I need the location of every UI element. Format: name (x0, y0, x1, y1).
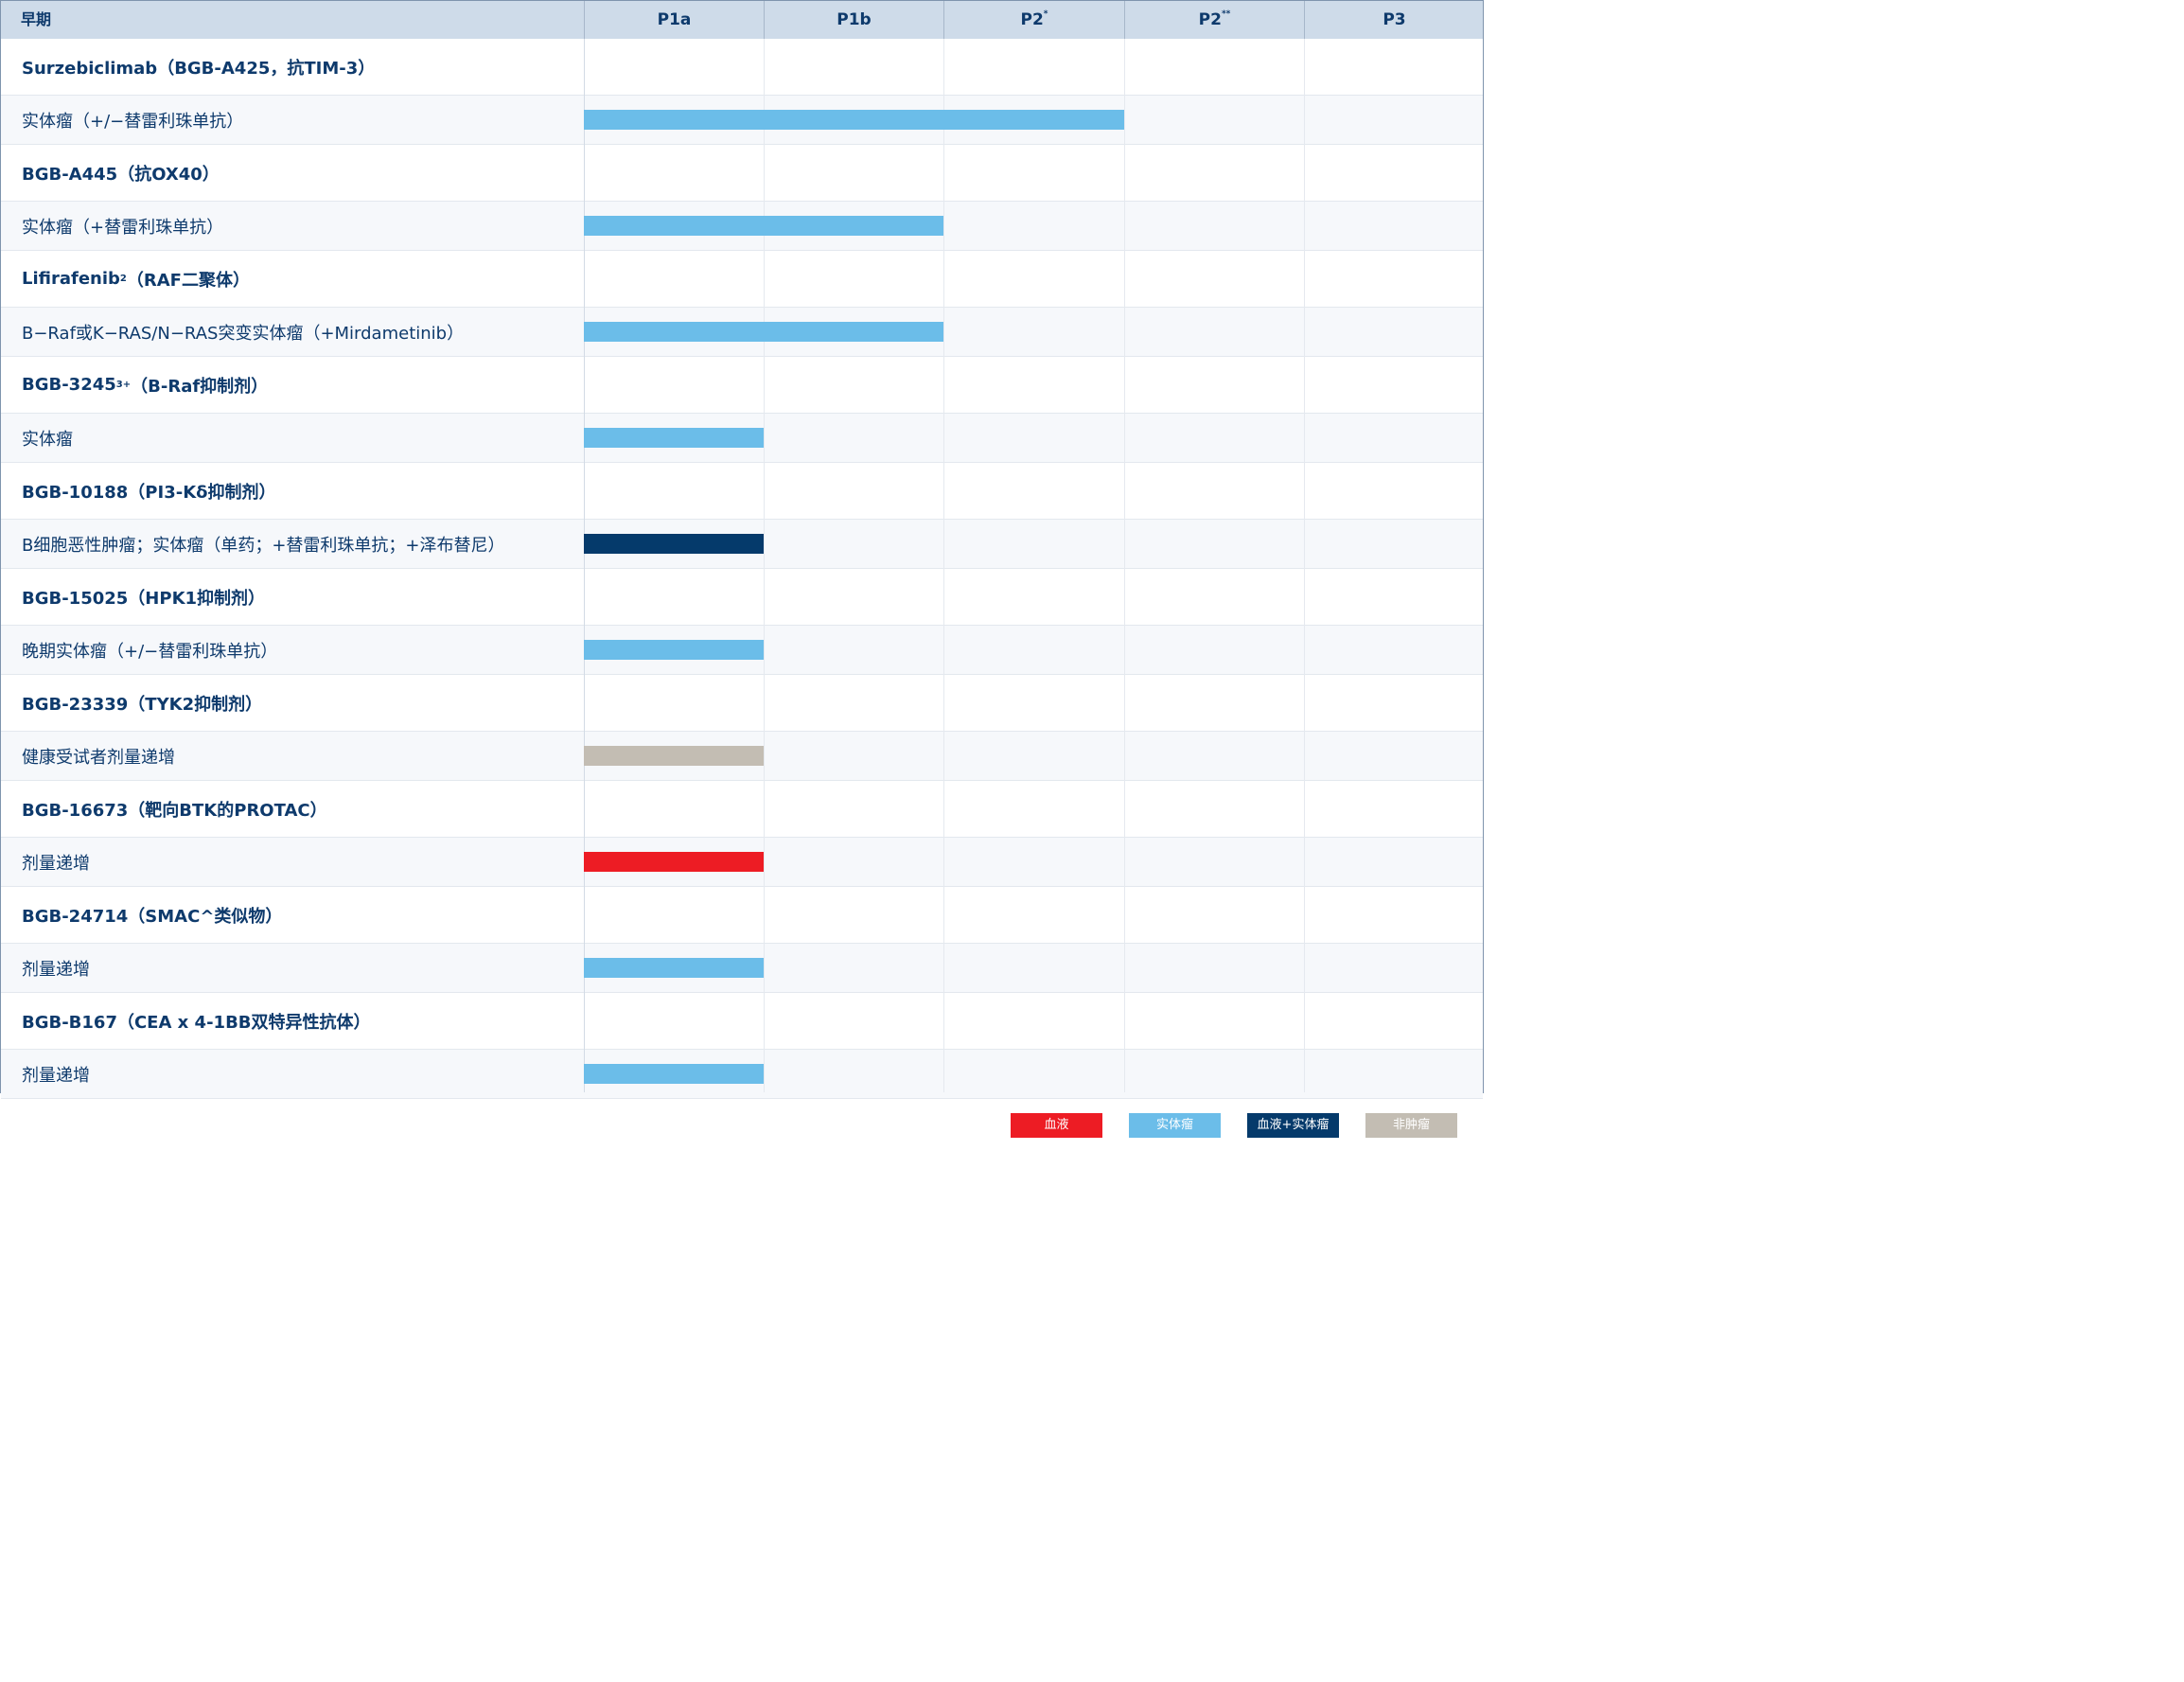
program-name-text: BGB-B167（CEA x 4-1BB双特异性抗体） (22, 1012, 371, 1033)
phase-label: P3 (1383, 10, 1406, 29)
phase-progress-bar (584, 1064, 764, 1084)
header-phase: P3 (1304, 1, 1484, 39)
phase-footnote-mark: ** (1221, 9, 1231, 19)
indication-label: 剂量递增 (22, 1065, 90, 1086)
phase-label: P2 (1020, 10, 1044, 29)
phase-label: P1b (837, 10, 872, 29)
indication-label: 实体瘤（+替雷利珠单抗） (22, 217, 224, 238)
program-name-text: BGB-23339（TYK2抑制剂） (22, 694, 263, 715)
indication-label: 实体瘤（+/−替雷利珠单抗） (22, 111, 244, 132)
pipeline-table: 早期 P1a P1b P2* P2** P3 Surzebiclimab（BGB-A42… (0, 0, 1484, 1099)
program-row: BGB-10188（PI3-Kδ抑制剂） (1, 463, 1483, 520)
indication-label: B细胞恶性肿瘤；实体瘤（单药；+替雷利珠单抗；+泽布替尼） (22, 535, 505, 556)
header-phase: P2* (943, 1, 1124, 39)
phase-progress-bar (584, 110, 1124, 130)
program-row: BGB-15025（HPK1抑制剂） (1, 569, 1483, 626)
program-footnote-mark: 2 (119, 273, 127, 284)
legend-item: 实体瘤 (1129, 1113, 1221, 1138)
indication-label: 健康受试者剂量递增 (22, 747, 175, 768)
program-name-text: BGB-3245 (22, 375, 116, 395)
program-name: BGB-B167（CEA x 4-1BB双特异性抗体） (22, 993, 371, 1049)
phase-progress-bar (584, 852, 764, 872)
table-header: 早期 P1a P1b P2* P2** P3 (1, 1, 1483, 40)
grid-line (1124, 39, 1125, 1092)
program-name-text: BGB-15025（HPK1抑制剂） (22, 588, 266, 609)
phase-progress-bar (584, 322, 943, 342)
grid-line (764, 39, 765, 1092)
phase-progress-bar (584, 640, 764, 660)
program-name: Lifirafenib 2 （RAF二聚体） (22, 251, 250, 307)
phase-label: P2 (1198, 10, 1222, 29)
phase-progress-bar (584, 534, 764, 554)
phase-progress-bar (584, 428, 764, 448)
program-row: BGB-24714（SMAC^类似物） (1, 887, 1483, 944)
program-row: Surzebiclimab（BGB-A425，抗TIM-3） (1, 39, 1483, 96)
header-phase: P2** (1124, 1, 1304, 39)
program-name: BGB-3245 3+ （B-Raf抑制剂） (22, 357, 268, 413)
indication-label: 晚期实体瘤（+/−替雷利珠单抗） (22, 641, 278, 662)
phase-progress-bar (584, 746, 764, 766)
phase-label: P1a (657, 10, 692, 29)
phase-progress-bar (584, 958, 764, 978)
indication-label: B−Raf或K−RAS/N−RAS突变实体瘤（+Mirdametinib） (22, 323, 465, 344)
program-row: BGB-3245 3+ （B-Raf抑制剂） (1, 357, 1483, 414)
program-name-text: Surzebiclimab（BGB-A425，抗TIM-3） (22, 58, 376, 79)
program-name-text: BGB-24714（SMAC^类似物） (22, 906, 283, 927)
program-name: BGB-15025（HPK1抑制剂） (22, 569, 265, 625)
grid-line (1304, 39, 1305, 1092)
program-name: BGB-10188（PI3-Kδ抑制剂） (22, 463, 276, 519)
program-name-text: BGB-A445（抗OX40） (22, 164, 220, 185)
program-row: BGB-23339（TYK2抑制剂） (1, 675, 1483, 732)
legend-item: 血液+实体瘤 (1247, 1113, 1339, 1138)
program-row: BGB-B167（CEA x 4-1BB双特异性抗体） (1, 993, 1483, 1050)
program-name: Surzebiclimab（BGB-A425，抗TIM-3） (22, 39, 375, 95)
program-name: BGB-24714（SMAC^类似物） (22, 887, 282, 943)
indication-label: 剂量递增 (22, 853, 90, 874)
grid-line (943, 39, 944, 1092)
legend-item: 非肿瘤 (1365, 1113, 1457, 1138)
program-name-suffix: （RAF二聚体） (126, 270, 250, 291)
program-footnote-mark: 3+ (115, 379, 132, 390)
grid-line (584, 39, 585, 1092)
program-row: BGB-16673（靶向BTK的PROTAC） (1, 781, 1483, 838)
phase-footnote-mark: * (1043, 9, 1048, 19)
indication-label: 剂量递增 (22, 959, 90, 980)
program-name: BGB-A445（抗OX40） (22, 145, 220, 201)
legend-item: 血液 (1011, 1113, 1102, 1138)
program-name: BGB-16673（靶向BTK的PROTAC） (22, 781, 327, 837)
program-name-suffix: （B-Raf抑制剂） (131, 376, 269, 397)
indication-label: 实体瘤 (22, 429, 73, 450)
program-name-text: BGB-10188（PI3-Kδ抑制剂） (22, 482, 276, 503)
program-row: BGB-A445（抗OX40） (1, 145, 1483, 202)
header-stage-label: 早期 (21, 10, 52, 28)
header-phase: P1a (584, 1, 764, 39)
phase-progress-bar (584, 216, 943, 236)
program-row: Lifirafenib 2 （RAF二聚体） (1, 251, 1483, 308)
program-name-text: Lifirafenib (22, 269, 120, 289)
program-name: BGB-23339（TYK2抑制剂） (22, 675, 262, 731)
header-phase: P1b (764, 1, 943, 39)
program-name-text: BGB-16673（靶向BTK的PROTAC） (22, 800, 327, 821)
